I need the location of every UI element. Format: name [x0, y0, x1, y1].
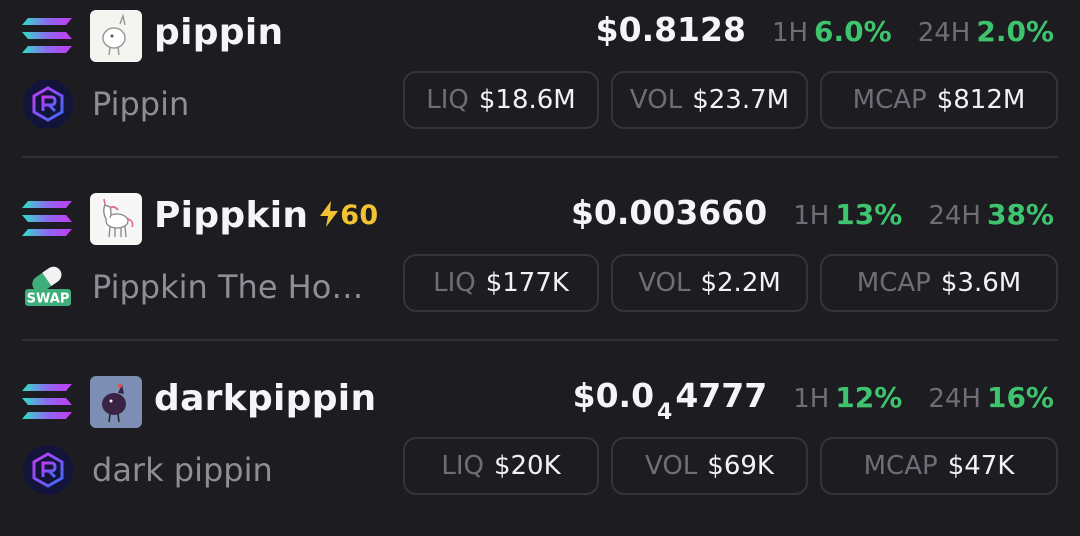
- market-cap-value: $812M: [936, 85, 1026, 115]
- token-image: [90, 193, 142, 245]
- token-row[interactable]: pippin $0.8128 1H 6.0% 24H 2.0% Pippin L…: [0, 0, 1080, 170]
- volume-value: $2.2M: [700, 268, 781, 298]
- market-cap-label: MCAP: [863, 451, 938, 481]
- token-symbol: pippin: [154, 12, 284, 53]
- liquidity-value: $20K: [493, 451, 561, 481]
- token-symbol: darkpippin: [154, 378, 377, 419]
- token-price: $0.003660: [570, 193, 768, 232]
- volume-pill: VOL $69K: [611, 437, 808, 495]
- raydium-icon: [22, 78, 74, 130]
- row-divider: [22, 339, 1058, 341]
- token-price: $0.8128: [595, 10, 746, 49]
- market-cap-value: $3.6M: [940, 268, 1022, 298]
- token-image: [90, 10, 142, 62]
- change-24h-value: 38%: [986, 198, 1054, 231]
- row-divider: [22, 156, 1058, 158]
- price-change-group: $0.8128 1H 6.0% 24H 2.0%: [596, 10, 1054, 56]
- raydium-icon: [22, 444, 74, 496]
- boost-badge[interactable]: 60: [320, 193, 378, 239]
- liquidity-value: $177K: [485, 268, 569, 298]
- token-symbol: Pippkin 60: [154, 193, 378, 239]
- price-significant: 4777: [675, 376, 768, 415]
- liquidity-pill: LIQ $177K: [403, 254, 599, 312]
- volume-label: VOL: [638, 268, 691, 298]
- volume-value: $69K: [707, 451, 774, 481]
- market-cap-label: MCAP: [852, 85, 927, 115]
- change-1h-label: 1H: [771, 18, 809, 48]
- volume-label: VOL: [629, 85, 683, 115]
- change-1h-label: 1H: [793, 384, 830, 414]
- volume-label: VOL: [645, 451, 698, 481]
- change-24h-label: 24H: [917, 18, 971, 48]
- price-main: $0.0: [572, 376, 655, 415]
- pumpswap-icon: SWAP: [22, 261, 74, 313]
- change-24h-label: 24H: [928, 384, 981, 414]
- token-row[interactable]: darkpippin $0.0 44777 1H 12% 24H 16% dark…: [0, 366, 1080, 536]
- volume-pill: VOL $2.2M: [611, 254, 808, 312]
- change-24h-value: 2.0%: [976, 15, 1054, 48]
- token-image: [90, 376, 142, 428]
- liquidity-label: LIQ: [426, 85, 469, 115]
- market-cap-value: $47K: [947, 451, 1015, 481]
- change-1h-label: 1H: [793, 201, 830, 231]
- liquidity-value: $18.6M: [478, 85, 576, 115]
- solana-icon: [22, 382, 74, 422]
- liquidity-label: LIQ: [441, 451, 484, 481]
- liquidity-label: LIQ: [433, 268, 476, 298]
- change-1h-value: 13%: [835, 198, 903, 231]
- token-symbol-text: Pippkin: [154, 195, 309, 236]
- lightning-icon: [320, 201, 339, 227]
- change-24h-label: 24H: [928, 201, 981, 231]
- token-row[interactable]: Pippkin 60 $0.003660 1H 13% 24H 38% SWAP …: [0, 183, 1080, 353]
- change-1h-value: 6.0%: [814, 15, 892, 48]
- volume-value: $23.7M: [692, 85, 790, 115]
- liquidity-pill: LIQ $18.6M: [403, 71, 599, 129]
- change-1h-value: 12%: [835, 381, 903, 414]
- market-cap-pill: MCAP $3.6M: [820, 254, 1058, 312]
- solana-icon: [22, 16, 74, 56]
- token-name: dark pippin: [92, 451, 273, 489]
- change-24h-value: 16%: [986, 381, 1054, 414]
- price-change-group: $0.003660 1H 13% 24H 38%: [571, 193, 1054, 239]
- token-price: $0.0 44777: [573, 376, 768, 425]
- market-cap-pill: MCAP $812M: [820, 71, 1058, 129]
- swap-text: SWAP: [27, 292, 70, 307]
- price-zero-count: 4: [657, 400, 673, 425]
- market-cap-label: MCAP: [856, 268, 931, 298]
- solana-icon: [22, 199, 74, 239]
- token-name: Pippkin The Ho…: [92, 268, 364, 306]
- volume-pill: VOL $23.7M: [611, 71, 808, 129]
- boost-count: 60: [340, 200, 379, 231]
- price-change-group: $0.0 44777 1H 12% 24H 16%: [573, 376, 1054, 425]
- token-name: Pippin: [92, 85, 190, 123]
- market-cap-pill: MCAP $47K: [820, 437, 1058, 495]
- liquidity-pill: LIQ $20K: [403, 437, 599, 495]
